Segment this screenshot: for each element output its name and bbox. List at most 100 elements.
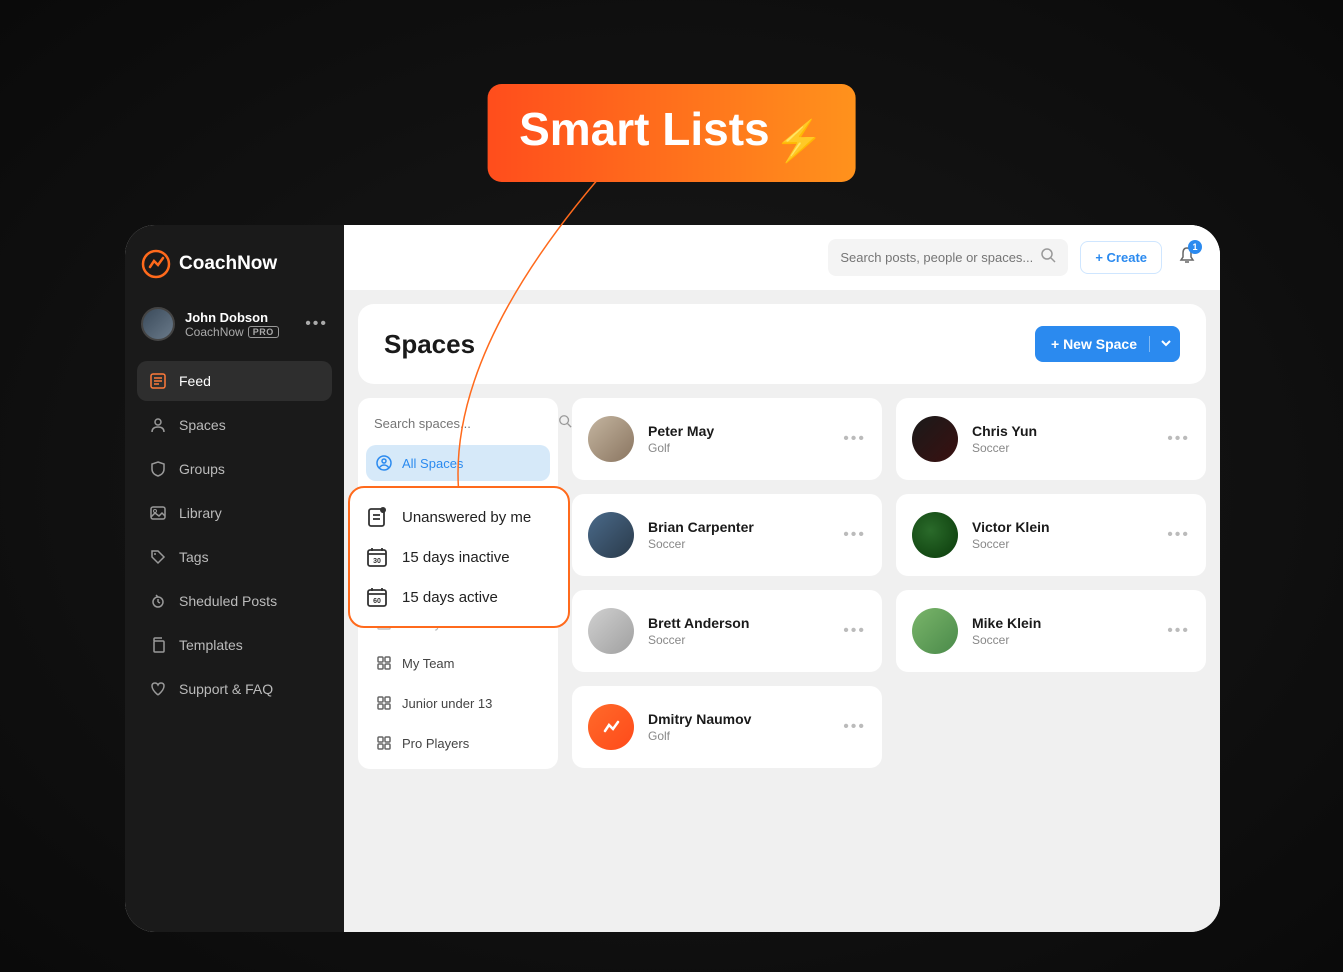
avatar bbox=[912, 512, 958, 558]
sidebar: CoachNow John Dobson CoachNow PRO ••• Fe… bbox=[125, 225, 344, 932]
brand[interactable]: CoachNow bbox=[137, 249, 332, 303]
avatar bbox=[912, 608, 958, 654]
card-menu-button[interactable]: ••• bbox=[843, 430, 866, 448]
person-icon bbox=[149, 416, 167, 434]
clipboard-dot-icon bbox=[366, 506, 388, 528]
nav-item-support[interactable]: Support & FAQ bbox=[137, 669, 332, 709]
bolt-emoji: ⚡ bbox=[774, 119, 824, 163]
brand-name: CoachNow bbox=[179, 253, 277, 275]
card-name: Chris Yun bbox=[972, 423, 1153, 439]
notifications-badge: 1 bbox=[1188, 240, 1202, 254]
promo-badge: Smart Lists ⚡ bbox=[487, 84, 856, 182]
smart-list-active[interactable]: 60 15 days active bbox=[360, 584, 558, 610]
card-name: Brett Anderson bbox=[648, 615, 829, 631]
nav-label: Library bbox=[179, 505, 222, 521]
nav-label: Sheduled Posts bbox=[179, 593, 277, 609]
user-avatar[interactable] bbox=[141, 307, 175, 341]
calendar-30-icon: 30 bbox=[366, 546, 388, 568]
spaces-grid: Peter May Golf ••• Chris Yun Soccer ••• bbox=[572, 398, 1206, 932]
user-name: John Dobson bbox=[185, 310, 295, 325]
avatar bbox=[912, 416, 958, 462]
notifications-button[interactable]: 1 bbox=[1174, 242, 1200, 273]
card-name: Dmitry Naumov bbox=[648, 711, 829, 727]
search-icon bbox=[1040, 247, 1056, 268]
smart-lists-overlay: Unanswered by me 30 15 days inactive 60 … bbox=[348, 486, 570, 628]
filter-label: Junior under 13 bbox=[402, 696, 492, 711]
card-sport: Soccer bbox=[972, 633, 1153, 647]
smart-list-inactive[interactable]: 30 15 days inactive bbox=[360, 544, 558, 570]
person-circle-icon bbox=[376, 455, 392, 471]
image-icon bbox=[149, 504, 167, 522]
card-sport: Soccer bbox=[972, 441, 1153, 455]
clock-icon bbox=[149, 592, 167, 610]
card-menu-button[interactable]: ••• bbox=[1167, 430, 1190, 448]
nav-label: Tags bbox=[179, 549, 209, 565]
smart-list-label: 15 days active bbox=[402, 589, 498, 606]
nav-item-templates[interactable]: Templates bbox=[137, 625, 332, 665]
user-menu-button[interactable]: ••• bbox=[305, 315, 328, 333]
new-space-label: + New Space bbox=[1051, 336, 1137, 352]
nav-label: Feed bbox=[179, 373, 211, 389]
card-menu-button[interactable]: ••• bbox=[843, 526, 866, 544]
card-sport: Soccer bbox=[648, 537, 829, 551]
pro-badge: PRO bbox=[248, 326, 279, 338]
chevron-down-icon[interactable] bbox=[1149, 336, 1172, 352]
card-menu-button[interactable]: ••• bbox=[843, 718, 866, 736]
card-sport: Golf bbox=[648, 441, 829, 455]
card-menu-button[interactable]: ••• bbox=[1167, 622, 1190, 640]
nav-label: Templates bbox=[179, 637, 243, 653]
feed-icon bbox=[149, 372, 167, 390]
svg-text:60: 60 bbox=[373, 598, 381, 605]
nav-item-feed[interactable]: Feed bbox=[137, 361, 332, 401]
space-card[interactable]: Mike Klein Soccer ••• bbox=[896, 590, 1206, 672]
nav-label: Spaces bbox=[179, 417, 226, 433]
smart-list-label: Unanswered by me bbox=[402, 509, 531, 526]
filter-pro-players[interactable]: Pro Players bbox=[366, 725, 550, 761]
calendar-60-icon: 60 bbox=[366, 586, 388, 608]
tag-icon bbox=[149, 548, 167, 566]
nav-item-spaces[interactable]: Spaces bbox=[137, 405, 332, 445]
user-row: John Dobson CoachNow PRO ••• bbox=[137, 303, 332, 361]
grid-icon bbox=[376, 735, 392, 751]
nav-item-scheduled[interactable]: Sheduled Posts bbox=[137, 581, 332, 621]
filter-my-team[interactable]: My Team bbox=[366, 645, 550, 681]
nav-label: Support & FAQ bbox=[179, 681, 273, 697]
nav-item-tags[interactable]: Tags bbox=[137, 537, 332, 577]
nav-item-groups[interactable]: Groups bbox=[137, 449, 332, 489]
create-button[interactable]: + Create bbox=[1080, 241, 1162, 274]
card-menu-button[interactable]: ••• bbox=[1167, 526, 1190, 544]
card-name: Peter May bbox=[648, 423, 829, 439]
search-input[interactable] bbox=[840, 250, 1032, 265]
app-window: CoachNow John Dobson CoachNow PRO ••• Fe… bbox=[125, 225, 1220, 932]
filter-junior[interactable]: Junior under 13 bbox=[366, 685, 550, 721]
nav: Feed Spaces Groups Library Tags Sheduled… bbox=[137, 361, 332, 709]
filter-label: Pro Players bbox=[402, 736, 469, 751]
user-info: John Dobson CoachNow PRO bbox=[185, 310, 295, 339]
grid-icon bbox=[376, 655, 392, 671]
copy-icon bbox=[149, 636, 167, 654]
card-name: Brian Carpenter bbox=[648, 519, 829, 535]
new-space-button[interactable]: + New Space bbox=[1035, 326, 1180, 362]
global-search[interactable] bbox=[828, 239, 1068, 276]
space-card[interactable]: Chris Yun Soccer ••• bbox=[896, 398, 1206, 480]
card-name: Victor Klein bbox=[972, 519, 1153, 535]
heart-icon bbox=[149, 680, 167, 698]
avatar bbox=[588, 704, 634, 750]
smart-list-label: 15 days inactive bbox=[402, 549, 510, 566]
nav-item-library[interactable]: Library bbox=[137, 493, 332, 533]
card-menu-button[interactable]: ••• bbox=[843, 622, 866, 640]
card-sport: Soccer bbox=[648, 633, 829, 647]
promo-text: Smart Lists bbox=[519, 103, 770, 155]
space-card[interactable]: Dmitry Naumov Golf ••• bbox=[572, 686, 882, 768]
space-card[interactable]: Victor Klein Soccer ••• bbox=[896, 494, 1206, 576]
svg-text:30: 30 bbox=[373, 558, 381, 565]
user-subtitle: CoachNow PRO bbox=[185, 325, 295, 339]
card-sport: Soccer bbox=[972, 537, 1153, 551]
card-sport: Golf bbox=[648, 729, 829, 743]
shield-icon bbox=[149, 460, 167, 478]
brand-icon bbox=[141, 249, 171, 279]
grid-icon bbox=[376, 695, 392, 711]
nav-label: Groups bbox=[179, 461, 225, 477]
filter-label: My Team bbox=[402, 656, 455, 671]
smart-list-unanswered[interactable]: Unanswered by me bbox=[360, 504, 558, 530]
